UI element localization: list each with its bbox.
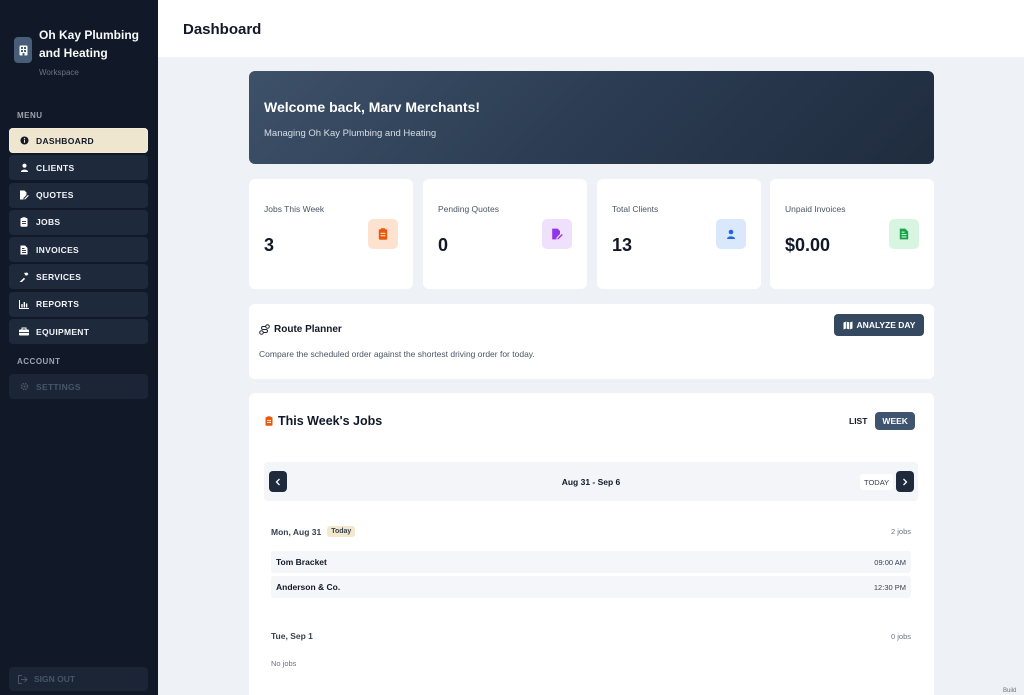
- stat-card-pending-quotes: Pending Quotes 0: [423, 179, 587, 289]
- sidebar-item-label: QUOTES: [36, 190, 74, 201]
- brand-subtitle: Workspace: [39, 68, 79, 77]
- job-client: Anderson & Co.: [276, 582, 341, 592]
- today-badge: Today: [327, 526, 356, 537]
- today-button[interactable]: TODAY: [860, 474, 894, 490]
- account-section-label: ACCOUNT: [17, 357, 61, 366]
- day-label: Mon, Aug 31: [271, 526, 322, 537]
- sidebar-item-clients[interactable]: CLIENTS: [9, 155, 148, 181]
- invoice-icon: [889, 219, 919, 249]
- day-job-count: 2 jobs: [890, 527, 911, 536]
- route-planner-card: Route Planner Compare the scheduled orde…: [249, 304, 934, 379]
- sidebar-item-label: EQUIPMENT: [36, 326, 90, 337]
- clipboard-icon: [18, 217, 30, 228]
- top-bar: Dashboard: [158, 0, 1024, 57]
- sidebar-item-label: CLIENTS: [36, 162, 75, 173]
- welcome-title: Welcome back, Marv Merchants!: [264, 99, 481, 115]
- sidebar-item-label: REPORTS: [36, 299, 80, 310]
- stat-value: $0.00: [785, 235, 831, 255]
- weekly-jobs-card: This Week's Jobs LIST WEEK Aug 31 - Sep …: [249, 393, 934, 695]
- job-row[interactable]: Tom Bracket 09:00 AM: [271, 551, 911, 573]
- stat-label: Jobs This Week: [264, 204, 325, 214]
- weekly-jobs-title: This Week's Jobs: [278, 414, 383, 428]
- job-time: 09:00 AM: [874, 557, 906, 567]
- hammer-icon: [18, 272, 30, 282]
- toolbox-icon: [18, 327, 30, 336]
- account-nav: SETTINGS: [9, 374, 148, 401]
- sidebar-item-label: INVOICES: [36, 244, 80, 255]
- sidebar-item-quotes[interactable]: QUOTES: [9, 182, 148, 208]
- menu-section-label: MENU: [17, 111, 43, 120]
- route-planner-title: Route Planner: [274, 324, 342, 335]
- stat-value: 13: [612, 235, 633, 255]
- sidebar-item-label: SERVICES: [36, 271, 82, 282]
- stat-card-unpaid-invoices: Unpaid Invoices $0.00: [770, 179, 934, 289]
- no-jobs-text: No jobs: [271, 659, 297, 668]
- clipboard-icon: [265, 416, 273, 426]
- gear-icon: [18, 382, 30, 391]
- sidebar-item-jobs[interactable]: JOBS: [9, 209, 148, 235]
- sidebar-item-label: SETTINGS: [36, 381, 81, 392]
- list-view-tab[interactable]: LIST: [849, 416, 867, 426]
- analyze-day-label: ANALYZE DAY: [856, 320, 916, 330]
- user-icon: [716, 219, 746, 249]
- job-client: Tom Bracket: [276, 557, 327, 567]
- week-navigator: Aug 31 - Sep 6 TODAY: [264, 462, 918, 501]
- route-planner-heading: Route Planner: [259, 324, 342, 335]
- main-nav: DASHBOARD CLIENTS QUOTES JOBS INVOICES S…: [9, 128, 148, 346]
- week-range-label: Aug 31 - Sep 6: [561, 477, 621, 487]
- day-header-tue-sep-1: Tue, Sep 1 0 jobs: [271, 631, 911, 641]
- next-week-button[interactable]: [896, 471, 914, 492]
- brand: Oh Kay Plumbing and Heating Workspace: [0, 0, 158, 77]
- stat-card-total-clients: Total Clients 13: [597, 179, 761, 289]
- stat-value: 3: [264, 235, 275, 255]
- day-label: Tue, Sep 1: [271, 631, 313, 641]
- build-label: Build: [1003, 688, 1017, 694]
- brand-name: Oh Kay Plumbing and Heating: [39, 28, 140, 60]
- clipboard-icon: [368, 219, 398, 249]
- sidebar-item-invoices[interactable]: INVOICES: [9, 237, 148, 263]
- route-planner-description: Compare the scheduled order against the …: [259, 349, 535, 359]
- stat-label: Pending Quotes: [438, 204, 499, 214]
- sidebar-item-reports[interactable]: REPORTS: [9, 291, 148, 317]
- file-signature-icon: [18, 190, 30, 200]
- weekly-jobs-heading: This Week's Jobs: [265, 414, 382, 428]
- analyze-day-button[interactable]: ANALYZE DAY: [834, 314, 924, 336]
- sidebar-item-dashboard[interactable]: DASHBOARD: [9, 128, 148, 153]
- job-time: 12:30 PM: [873, 582, 906, 592]
- stat-label: Unpaid Invoices: [785, 204, 846, 214]
- info-circle-icon: [18, 136, 30, 145]
- page-title: Dashboard: [183, 21, 262, 38]
- sidebar-item-equipment[interactable]: EQUIPMENT: [9, 319, 148, 345]
- stat-card-jobs-this-week: Jobs This Week 3: [249, 179, 413, 289]
- day-job-count: 0 jobs: [890, 631, 911, 641]
- stat-label: Total Clients: [612, 204, 659, 214]
- sign-out-label: SIGN OUT: [34, 674, 76, 684]
- sidebar-item-services[interactable]: SERVICES: [9, 264, 148, 290]
- invoice-icon: [18, 245, 30, 255]
- welcome-subtitle: Managing Oh Kay Plumbing and Heating: [264, 128, 437, 139]
- building-icon: [14, 37, 32, 63]
- day-header-mon-aug-31: Mon, Aug 31 Today 2 jobs: [271, 526, 911, 537]
- file-signature-icon: [542, 219, 572, 249]
- user-icon: [18, 163, 30, 173]
- sign-out-button[interactable]: SIGN OUT: [9, 667, 148, 691]
- sign-out-icon: [18, 674, 28, 684]
- route-icon: [259, 324, 270, 335]
- sidebar-item-label: DASHBOARD: [36, 135, 94, 146]
- bar-chart-icon: [18, 299, 30, 309]
- view-toggle: LIST WEEK: [849, 412, 915, 430]
- job-row[interactable]: Anderson & Co. 12:30 PM: [271, 576, 911, 598]
- week-view-tab[interactable]: WEEK: [875, 412, 915, 430]
- sidebar-item-settings[interactable]: SETTINGS: [9, 374, 148, 399]
- sidebar: Oh Kay Plumbing and Heating Workspace ME…: [0, 0, 158, 695]
- stat-value: 0: [438, 235, 449, 255]
- chevron-right-icon: [902, 473, 908, 491]
- sidebar-item-label: JOBS: [36, 217, 61, 228]
- map-icon: [843, 321, 853, 330]
- welcome-banner: Welcome back, Marv Merchants! Managing O…: [249, 71, 934, 164]
